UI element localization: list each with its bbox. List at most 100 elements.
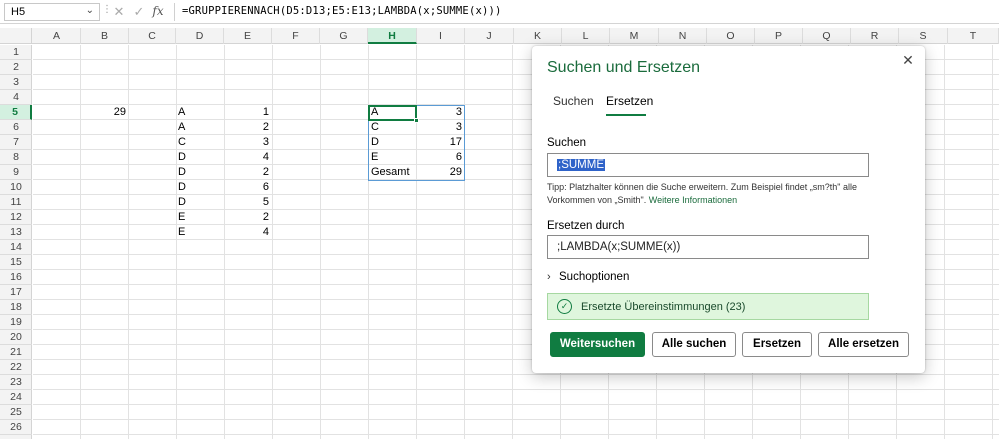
cell-E7[interactable]: 3: [224, 135, 272, 150]
tab-ersetzen[interactable]: Ersetzen: [606, 94, 653, 108]
cell-E8[interactable]: 4: [224, 150, 272, 165]
column-header-c[interactable]: C: [129, 28, 176, 44]
row-header-20[interactable]: 20: [0, 330, 32, 345]
cell-E12[interactable]: 2: [224, 210, 272, 225]
cell-E10[interactable]: 6: [224, 180, 272, 195]
active-tab-indicator: [606, 114, 646, 116]
row-header-1[interactable]: 1: [0, 45, 32, 60]
row-header-16[interactable]: 16: [0, 270, 32, 285]
row-header-5[interactable]: 5: [0, 105, 32, 120]
row-header-24[interactable]: 24: [0, 390, 32, 405]
column-headers: ABCDEFGHIJKLMNOPQRST: [0, 28, 999, 44]
tip-text: Tipp: Platzhalter können die Suche erwei…: [547, 181, 877, 207]
row-header-4[interactable]: 4: [0, 90, 32, 105]
replace-input[interactable]: ;LAMBDA(x;SUMME(x)): [547, 235, 869, 259]
cell-D8[interactable]: D: [175, 150, 223, 165]
column-header-i[interactable]: I: [417, 28, 465, 44]
tab-suchen[interactable]: Suchen: [553, 94, 594, 108]
row-header-8[interactable]: 8: [0, 150, 32, 165]
row-header-9[interactable]: 9: [0, 165, 32, 180]
chevron-right-icon: ›: [547, 271, 551, 283]
active-cell-cursor: [368, 105, 417, 121]
column-header-j[interactable]: J: [465, 28, 514, 44]
column-header-l[interactable]: L: [562, 28, 610, 44]
row-header-12[interactable]: 12: [0, 210, 32, 225]
cell-B5[interactable]: 29: [81, 105, 129, 120]
cell-E9[interactable]: 2: [224, 165, 272, 180]
column-header-k[interactable]: K: [514, 28, 562, 44]
chevron-down-icon[interactable]: ⌄: [86, 5, 94, 16]
column-header-t[interactable]: T: [948, 28, 999, 44]
column-header-e[interactable]: E: [224, 28, 272, 44]
row-header-15[interactable]: 15: [0, 255, 32, 270]
row-header-17[interactable]: 17: [0, 285, 32, 300]
row-header-22[interactable]: 22: [0, 360, 32, 375]
cancel-icon[interactable]: ✕: [110, 3, 128, 21]
insert-function-icon[interactable]: fx: [149, 3, 167, 21]
cell-E5[interactable]: 1: [224, 105, 272, 120]
cell-D13[interactable]: E: [175, 225, 223, 240]
name-box-value: H5: [11, 6, 26, 18]
cell-D10[interactable]: D: [175, 180, 223, 195]
status-text: Ersetzte Übereinstimmungen (23): [581, 301, 746, 313]
row-header-10[interactable]: 10: [0, 180, 32, 195]
column-header-r[interactable]: R: [851, 28, 899, 44]
cell-E13[interactable]: 4: [224, 225, 272, 240]
column-header-f[interactable]: F: [272, 28, 320, 44]
row-header-13[interactable]: 13: [0, 225, 32, 240]
checkmark-circle-icon: ✓: [557, 299, 572, 314]
column-header-a[interactable]: A: [33, 28, 81, 44]
row-headers: 1 2 3 4 5 6 7 8 9 10 11 12 13 14 15 16 17 18 19 20 21 22 23 24 2…: [0, 45, 32, 439]
column-header-q[interactable]: Q: [803, 28, 851, 44]
cell-D9[interactable]: D: [175, 165, 223, 180]
row-header-6[interactable]: 6: [0, 120, 32, 135]
formula-input[interactable]: =GRUPPIERENNACH(D5:D13;E5:E13;LAMBDA(x;S…: [182, 5, 502, 17]
row-header-26[interactable]: 26: [0, 420, 32, 435]
divider: [174, 3, 175, 21]
row-header-19[interactable]: 19: [0, 315, 32, 330]
fill-handle[interactable]: [414, 118, 419, 123]
close-icon[interactable]: ✕: [899, 51, 917, 69]
select-all-corner[interactable]: [0, 28, 32, 44]
cell-D12[interactable]: E: [175, 210, 223, 225]
row-header-11[interactable]: 11: [0, 195, 32, 210]
column-header-g[interactable]: G: [320, 28, 368, 44]
cell-D7[interactable]: C: [175, 135, 223, 150]
row-header-7[interactable]: 7: [0, 135, 32, 150]
row-header-18[interactable]: 18: [0, 300, 32, 315]
more-info-link[interactable]: Weitere Informationen: [649, 195, 737, 205]
search-options-toggle[interactable]: › Suchoptionen: [547, 271, 629, 283]
find-next-button[interactable]: Weitersuchen: [550, 332, 645, 357]
find-input-value: ;SUMME: [557, 159, 605, 171]
name-box[interactable]: H5 ⌄: [4, 3, 100, 21]
find-replace-dialog: Suchen und Ersetzen ✕ Suchen Ersetzen Su…: [532, 46, 925, 373]
column-header-d[interactable]: D: [176, 28, 224, 44]
formula-bar: H5 ⌄ ⋮ ✕ ✓ fx =GRUPPIERENNACH(D5:D13;E5:…: [0, 0, 999, 24]
find-input[interactable]: ;SUMME: [547, 153, 869, 177]
cell-E11[interactable]: 5: [224, 195, 272, 210]
column-header-s[interactable]: S: [899, 28, 948, 44]
column-header-o[interactable]: O: [707, 28, 755, 44]
column-header-p[interactable]: P: [755, 28, 803, 44]
cell-E6[interactable]: 2: [224, 120, 272, 135]
cell-D5[interactable]: A: [175, 105, 223, 120]
enter-icon[interactable]: ✓: [130, 3, 148, 21]
cell-D6[interactable]: A: [175, 120, 223, 135]
row-header-21[interactable]: 21: [0, 345, 32, 360]
replace-button[interactable]: Ersetzen: [742, 332, 812, 357]
row-header-23[interactable]: 23: [0, 375, 32, 390]
column-header-n[interactable]: N: [659, 28, 707, 44]
row-header-25[interactable]: 25: [0, 405, 32, 420]
find-label: Suchen: [547, 137, 587, 149]
dialog-title: Suchen und Ersetzen: [547, 59, 700, 76]
status-message: ✓ Ersetzte Übereinstimmungen (23): [547, 293, 869, 320]
row-header-2[interactable]: 2: [0, 60, 32, 75]
replace-all-button[interactable]: Alle ersetzen: [818, 332, 909, 357]
row-header-14[interactable]: 14: [0, 240, 32, 255]
column-header-m[interactable]: M: [610, 28, 659, 44]
cell-D11[interactable]: D: [175, 195, 223, 210]
find-all-button[interactable]: Alle suchen: [652, 332, 736, 357]
column-header-b[interactable]: B: [81, 28, 129, 44]
row-header-3[interactable]: 3: [0, 75, 32, 90]
column-header-h[interactable]: H: [368, 28, 417, 44]
